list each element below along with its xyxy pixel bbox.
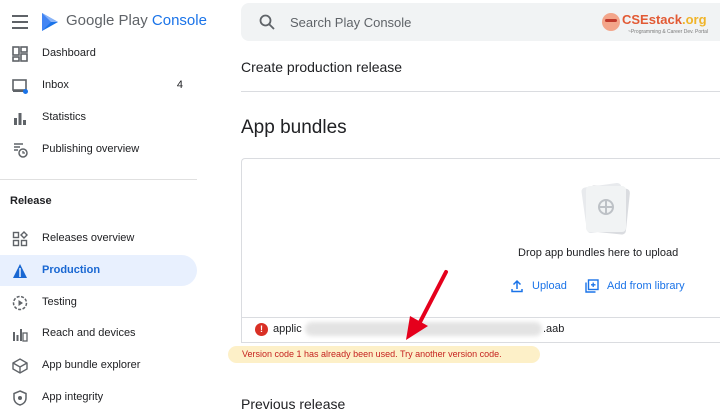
sidebar-item-publishing-overview[interactable]: Publishing overview — [0, 134, 197, 165]
sidebar-item-label: App bundle explorer — [42, 359, 141, 371]
file-name-prefix: applic — [273, 323, 302, 335]
sidebar-item-releases-overview[interactable]: Releases overview — [0, 223, 197, 254]
publishing-overview-icon — [14, 143, 28, 158]
app-integrity-icon — [13, 390, 27, 406]
sidebar-item-label: Reach and devices — [42, 327, 136, 339]
watermark-face-icon — [602, 13, 620, 31]
menu-icon[interactable] — [12, 15, 28, 29]
page-title: Create production release — [241, 59, 403, 75]
drop-bundle-illustration-icon — [581, 182, 630, 235]
sidebar-item-label: App integrity — [42, 391, 104, 403]
sidebar-item-label: Dashboard — [42, 47, 96, 59]
watermark-brand: CSEstack.org — [622, 12, 707, 27]
csestack-watermark-logo: CSEstack.org ~Programming & Career Dev. … — [602, 10, 720, 38]
app-bundle-drop-zone[interactable]: Drop app bundles here to upload Upload A… — [241, 158, 720, 318]
sidebar-item-inbox[interactable]: Inbox 4 — [0, 70, 197, 101]
sidebar-item-app-integrity[interactable]: App integrity — [0, 382, 197, 413]
library-add-icon — [585, 279, 599, 293]
upload-icon — [511, 279, 523, 293]
inbox-icon — [12, 79, 28, 94]
production-icon — [13, 264, 27, 278]
inbox-count-badge: 4 — [176, 79, 183, 91]
sidebar-item-app-bundle-explorer[interactable]: App bundle explorer — [0, 350, 197, 381]
annotation-arrow-icon — [406, 270, 448, 340]
drop-instructions: Drop app bundles here to upload — [518, 247, 679, 259]
header-divider — [241, 91, 720, 92]
statistics-icon — [14, 113, 26, 125]
app-bundles-heading: App bundles — [241, 117, 347, 138]
watermark-tagline: ~Programming & Career Dev. Portal — [628, 29, 709, 35]
play-console-logo-icon — [42, 13, 58, 31]
sidebar-divider — [0, 179, 197, 180]
sidebar-item-dashboard[interactable]: Dashboard — [0, 38, 197, 69]
sidebar-item-label: Inbox — [42, 79, 69, 91]
sidebar-item-testing[interactable]: Testing — [0, 287, 197, 318]
sidebar-item-label: Releases overview — [42, 232, 135, 244]
app-bundle-explorer-icon — [12, 358, 28, 374]
search-placeholder: Search Play Console — [290, 15, 412, 30]
search-icon — [259, 14, 275, 30]
sidebar-item-production[interactable]: Production — [0, 255, 197, 286]
reach-devices-icon — [13, 329, 28, 342]
previous-release-heading: Previous release — [241, 396, 346, 412]
sidebar-item-label: Statistics — [42, 111, 87, 123]
brand-title: Google Play Console — [66, 12, 207, 29]
sidebar-item-statistics[interactable]: Statistics — [0, 102, 197, 133]
sidebar-item-label: Publishing overview — [42, 143, 140, 155]
releases-overview-icon — [12, 231, 28, 247]
uploaded-file-row: ! applic .aab — [241, 317, 720, 343]
sidebar-section-title: Release — [10, 195, 52, 207]
error-icon: ! — [255, 323, 268, 336]
sidebar: Google Play Console Dashboard Inbox 4 St… — [0, 0, 207, 413]
sidebar-item-label: Testing — [42, 296, 77, 308]
testing-icon — [12, 295, 28, 311]
sidebar-item-reach-and-devices[interactable]: Reach and devices — [0, 318, 197, 349]
dashboard-icon — [12, 46, 28, 62]
error-message: Version code 1 has already been used. Tr… — [242, 349, 502, 359]
sidebar-item-label: Production — [42, 264, 101, 276]
upload-button[interactable]: Upload — [510, 276, 567, 296]
file-name-extension: .aab — [543, 323, 565, 335]
add-from-library-button[interactable]: Add from library — [585, 276, 685, 296]
